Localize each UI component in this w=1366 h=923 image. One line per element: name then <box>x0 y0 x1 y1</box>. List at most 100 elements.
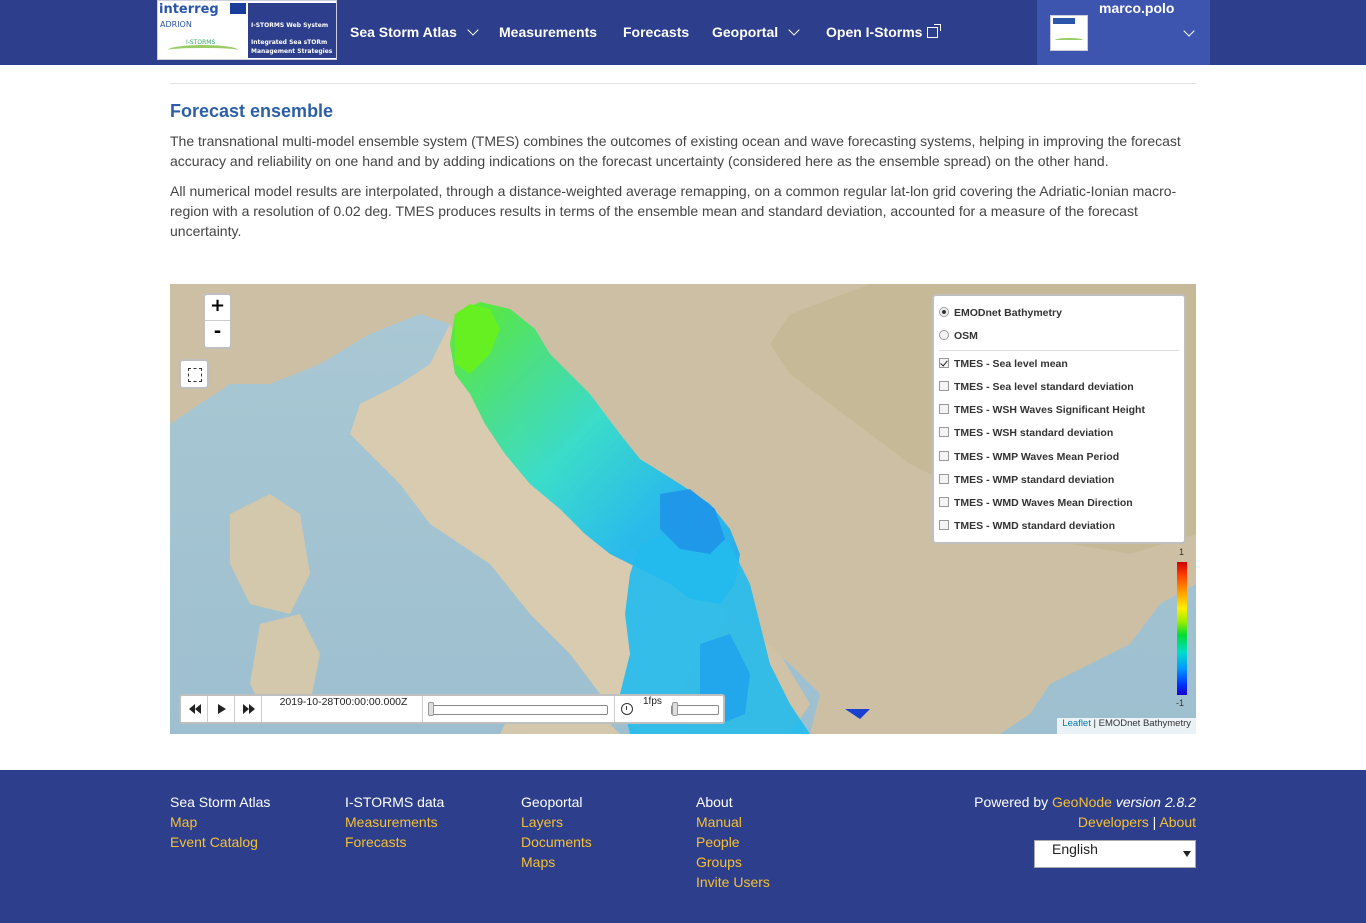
checkbox-icon[interactable] <box>939 381 949 391</box>
footer-link-map[interactable]: Map <box>170 812 270 832</box>
footer-link-documents[interactable]: Documents <box>521 832 592 852</box>
checkbox-icon[interactable] <box>939 474 949 484</box>
site-logo[interactable]: interreg ADRION I-STORMS I-STORMS Web Sy… <box>157 0 337 60</box>
logo-interreg-text: interreg <box>159 2 219 17</box>
nav-measurements[interactable]: Measurements <box>499 0 597 65</box>
footer-heading: About <box>696 794 733 810</box>
about-link[interactable]: About <box>1159 814 1196 830</box>
layer-separator <box>939 350 1179 351</box>
interreg-logo: interreg ADRION I-STORMS <box>158 1 248 59</box>
footer-link-manual[interactable]: Manual <box>696 812 770 832</box>
logo-line3: Management Strategies <box>251 48 333 55</box>
powered-by: Powered by GeoNode version 2.8.2 Develop… <box>974 792 1196 832</box>
legend-max-label: 1 <box>1179 547 1185 557</box>
overlay-wsh-std[interactable]: TMES - WSH standard deviation <box>939 426 1113 440</box>
time-slider[interactable] <box>428 705 608 715</box>
overlay-wmp-std[interactable]: TMES - WMP standard deviation <box>939 473 1114 487</box>
overlay-wsh-height[interactable]: TMES - WSH Waves Significant Height <box>939 403 1145 417</box>
footer-link-invite-users[interactable]: Invite Users <box>696 872 770 892</box>
speed-label: 1fps <box>643 696 662 707</box>
map-attribution: Leaflet | EMODnet Bathymetry <box>1057 718 1196 734</box>
overlay-wmd-direction[interactable]: TMES - WMD Waves Mean Direction <box>939 496 1133 510</box>
footer-link-groups[interactable]: Groups <box>696 852 770 872</box>
radio-icon[interactable] <box>939 330 949 340</box>
overlay-sea-level-std[interactable]: TMES - Sea level standard deviation <box>939 380 1134 394</box>
footer-heading: Sea Storm Atlas <box>170 794 271 810</box>
powered-prefix: Powered by <box>974 794 1052 810</box>
time-dimension-control: 2019-10-28T00:00:00.000Z 1fps <box>179 694 725 724</box>
checkbox-icon[interactable] <box>939 427 949 437</box>
footer-link-people[interactable]: People <box>696 832 770 852</box>
step-forward-button[interactable] <box>235 696 262 722</box>
speed-icon <box>621 703 633 715</box>
zoom-control: + - <box>203 293 232 349</box>
logo-line2: Integrated Sea sTORm <box>251 39 328 46</box>
layer-label: TMES - WSH standard deviation <box>954 427 1114 439</box>
geonode-link[interactable]: GeoNode <box>1052 794 1112 810</box>
chevron-down-icon <box>467 24 479 36</box>
footer-link-forecasts[interactable]: Forecasts <box>345 832 444 852</box>
external-link-icon <box>927 24 942 38</box>
nav-geoportal[interactable]: Geoportal <box>712 0 800 65</box>
developers-link[interactable]: Developers <box>1078 814 1149 830</box>
footer-col-atlas: Sea Storm Atlas Map Event Catalog <box>170 792 270 852</box>
top-navbar: interreg ADRION I-STORMS I-STORMS Web Sy… <box>0 0 1366 65</box>
step-backward-button[interactable] <box>181 696 208 722</box>
istorms-logo: I-STORMS Web System Integrated Sea sTORm… <box>248 3 336 58</box>
powered-sep: | <box>1148 814 1160 830</box>
base-layer-osm[interactable]: OSM <box>939 329 978 343</box>
layer-label: OSM <box>954 330 978 342</box>
overlay-wmd-std[interactable]: TMES - WMD standard deviation <box>939 519 1115 533</box>
user-name: marco.polo <box>1099 0 1175 16</box>
footer-link-event-catalog[interactable]: Event Catalog <box>170 832 270 852</box>
nav-label: Geoportal <box>712 24 779 40</box>
language-value: English <box>1052 841 1098 857</box>
logo-adrion-text: ADRION <box>160 20 192 29</box>
chevron-down-icon <box>1183 25 1195 37</box>
layer-label: EMODnet Bathymetry <box>954 307 1062 319</box>
radio-selected-icon[interactable] <box>939 307 949 317</box>
checkbox-icon[interactable] <box>939 520 949 530</box>
footer-link-layers[interactable]: Layers <box>521 812 592 832</box>
layer-label: TMES - WMD standard deviation <box>954 520 1116 532</box>
forward-icon <box>243 704 255 714</box>
base-layer-emodnet[interactable]: EMODnet Bathymetry <box>939 306 1062 320</box>
current-time-display[interactable]: 2019-10-28T00:00:00.000Z <box>265 696 423 722</box>
leaflet-link[interactable]: Leaflet <box>1062 718 1091 729</box>
footer-col-data: I-STORMS data Measurements Forecasts <box>345 792 444 852</box>
layer-label: TMES - WMP Waves Mean Period <box>954 451 1120 463</box>
logo-line1: I-STORMS Web System <box>251 22 329 29</box>
play-button[interactable] <box>208 696 235 722</box>
fullscreen-icon[interactable] <box>179 359 209 389</box>
user-menu[interactable]: marco.polo <box>1037 0 1210 65</box>
checkbox-icon[interactable] <box>939 497 949 507</box>
footer-heading: Geoportal <box>521 794 583 810</box>
layer-label: TMES - WMP standard deviation <box>954 474 1115 486</box>
forecast-map[interactable]: + - EMODnet Bathymetry OSM TMES - Sea le… <box>170 284 1196 734</box>
speed-slider-handle[interactable] <box>672 702 678 716</box>
attribution-text: EMODnet Bathymetry <box>1098 718 1191 729</box>
attribution-sep: | <box>1090 718 1099 729</box>
footer-link-measurements[interactable]: Measurements <box>345 812 444 832</box>
checkbox-icon[interactable] <box>939 451 949 461</box>
language-select[interactable]: English <box>1034 840 1196 868</box>
time-slider-handle[interactable] <box>428 702 434 716</box>
legend-min-label: -1 <box>1176 698 1185 708</box>
overlay-sea-level-mean[interactable]: TMES - Sea level mean <box>939 357 1068 371</box>
footer-link-maps[interactable]: Maps <box>521 852 592 872</box>
checkbox-checked-icon[interactable] <box>939 358 949 368</box>
nav-sea-storm-atlas[interactable]: Sea Storm Atlas <box>350 0 479 65</box>
checkbox-icon[interactable] <box>939 404 949 414</box>
chevron-down-icon <box>788 24 800 36</box>
nav-label: Measurements <box>499 24 598 40</box>
zoom-in-button[interactable]: + <box>205 295 230 321</box>
nav-open-istorms[interactable]: Open I-Storms <box>826 0 942 65</box>
intro-paragraph-1: The transnational multi-model ensemble s… <box>170 133 1181 169</box>
footer-heading: I-STORMS data <box>345 794 445 810</box>
nav-forecasts[interactable]: Forecasts <box>623 0 689 65</box>
speed-slider[interactable] <box>671 705 719 715</box>
layer-switcher: EMODnet Bathymetry OSM TMES - Sea level … <box>932 294 1186 544</box>
divider <box>170 83 1196 84</box>
zoom-out-button[interactable]: - <box>205 321 230 347</box>
overlay-wmp-period[interactable]: TMES - WMP Waves Mean Period <box>939 450 1119 464</box>
